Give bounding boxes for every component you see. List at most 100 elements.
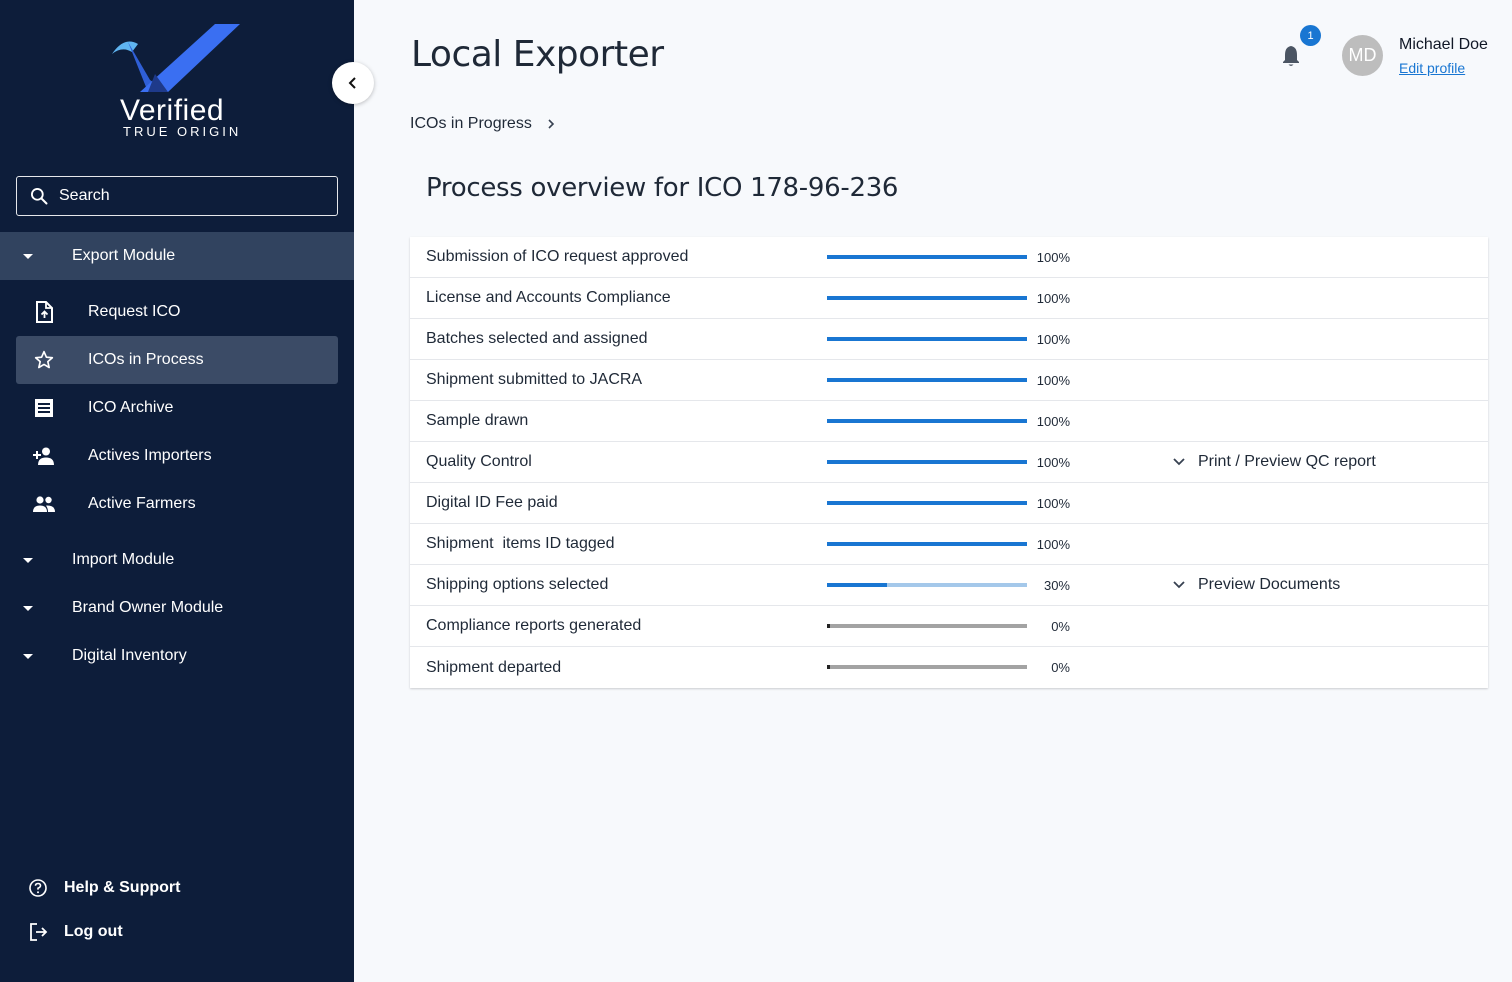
progress-fill — [827, 255, 1027, 259]
breadcrumb-item[interactable]: ICOs in Progress — [410, 115, 532, 133]
star-icon — [32, 348, 56, 372]
breadcrumb[interactable]: ICOs in Progress — [410, 115, 556, 133]
progress-percent: 100% — [1036, 495, 1070, 511]
step-label: Digital ID Fee paid — [426, 494, 558, 511]
table-row: Shipment departed 0% — [410, 647, 1488, 688]
section-title: Process overview for ICO 178-96-236 — [426, 173, 899, 203]
sidebar-item-label: ICO Archive — [88, 399, 174, 416]
person-add-icon — [32, 444, 56, 468]
help-icon — [28, 878, 48, 898]
preview-documents-button[interactable]: Preview Documents — [1172, 576, 1340, 594]
step-label: Compliance reports generated — [426, 617, 642, 634]
sidebar-item-label: Request ICO — [88, 303, 181, 320]
search-input[interactable] — [59, 187, 319, 205]
progress-percent: 100% — [1036, 290, 1070, 306]
notification-badge: 1 — [1300, 25, 1321, 46]
table-row: Shipment submitted to JACRA 100% — [410, 360, 1488, 401]
progress-bar — [827, 460, 1027, 464]
step-label: Quality Control — [426, 453, 532, 470]
progress-percent: 30% — [1043, 577, 1070, 593]
caret-down-icon — [23, 605, 33, 611]
progress-bar — [827, 255, 1027, 259]
sidebar-item-label: ICOs in Process — [88, 351, 204, 368]
sidebar-item-actives-importers[interactable]: Actives Importers — [16, 432, 338, 480]
brand-logo: Verified TRUE ORIGIN — [110, 22, 245, 142]
caret-down-icon — [23, 557, 33, 563]
sidebar-item-active-farmers[interactable]: Active Farmers — [16, 480, 338, 528]
progress-bar — [827, 296, 1027, 300]
sidebar: Verified TRUE ORIGIN Export Module Reque… — [0, 0, 354, 982]
table-row: Batches selected and assigned 100% — [410, 319, 1488, 360]
step-label: Sample drawn — [426, 412, 529, 429]
sidebar-item-ico-archive[interactable]: ICO Archive — [16, 384, 338, 432]
logout-label: Log out — [64, 923, 123, 940]
progress-fill — [827, 337, 1027, 341]
progress-bar — [827, 542, 1027, 546]
table-row: Shipment items ID tagged 100% — [410, 524, 1488, 565]
search-box[interactable] — [16, 176, 338, 216]
chevron-left-icon — [348, 77, 356, 89]
page-title: Local Exporter — [411, 34, 664, 75]
user-name: Michael Doe — [1399, 36, 1488, 53]
help-support-label: Help & Support — [64, 879, 181, 896]
progress-bar — [827, 419, 1027, 423]
step-label: Shipment items ID tagged — [426, 535, 615, 552]
progress-percent: 100% — [1036, 413, 1070, 429]
module-label: Export Module — [72, 247, 176, 264]
step-label: Batches selected and assigned — [426, 330, 648, 347]
module-import[interactable]: Import Module — [0, 536, 354, 584]
progress-percent: 100% — [1036, 536, 1070, 552]
avatar[interactable]: MD — [1342, 35, 1383, 76]
progress-fill — [827, 419, 1027, 423]
chevron-right-icon — [546, 118, 556, 130]
progress-fill — [827, 460, 1027, 464]
progress-fill — [827, 665, 830, 669]
brand-tagline: TRUE ORIGIN — [123, 124, 242, 139]
progress-fill — [827, 501, 1027, 505]
table-row: Compliance reports generated 0% — [410, 606, 1488, 647]
progress-percent: 100% — [1036, 372, 1070, 388]
table-row: Sample drawn 100% — [410, 401, 1488, 442]
module-export[interactable]: Export Module — [0, 232, 354, 280]
progress-fill — [827, 624, 830, 628]
module-label: Brand Owner Module — [72, 599, 224, 616]
table-row: Submission of ICO request approved 100% — [410, 237, 1488, 278]
notifications-button[interactable] — [1280, 44, 1302, 68]
module-digital-inventory[interactable]: Digital Inventory — [0, 632, 354, 680]
logout-link[interactable]: Log out — [28, 922, 123, 942]
progress-bar — [827, 624, 1027, 628]
table-row: License and Accounts Compliance 100% — [410, 278, 1488, 319]
module-brand-owner[interactable]: Brand Owner Module — [0, 584, 354, 632]
step-label: Submission of ICO request approved — [426, 248, 689, 265]
progress-percent: 0% — [1051, 618, 1070, 634]
search-icon — [31, 188, 48, 205]
sidebar-item-label: Actives Importers — [88, 447, 212, 464]
edit-profile-link[interactable]: Edit profile — [1399, 60, 1465, 76]
action-label: Preview Documents — [1198, 576, 1341, 593]
receipt-icon — [32, 396, 56, 420]
sidebar-item-label: Active Farmers — [88, 495, 196, 512]
step-label: Shipping options selected — [426, 576, 609, 593]
logout-icon — [28, 922, 48, 942]
chevron-down-icon — [1172, 457, 1186, 467]
brand-wordmark: Verified — [120, 94, 225, 127]
file-upload-icon — [32, 300, 56, 324]
sidebar-item-icos-in-process[interactable]: ICOs in Process — [16, 336, 338, 384]
progress-fill — [827, 378, 1027, 382]
module-label: Digital Inventory — [72, 647, 187, 664]
chevron-down-icon — [1172, 580, 1186, 590]
action-label: Print / Preview QC report — [1198, 453, 1376, 470]
collapse-sidebar-button[interactable] — [332, 62, 374, 104]
print-preview-qc-report-button[interactable]: Print / Preview QC report — [1172, 453, 1376, 471]
progress-bar — [827, 378, 1027, 382]
caret-down-icon — [23, 653, 33, 659]
progress-bar — [827, 665, 1027, 669]
checkmark-logo-icon — [112, 24, 240, 92]
table-row: Quality Control 100% Print / Preview QC … — [410, 442, 1488, 483]
sidebar-item-request-ico[interactable]: Request ICO — [16, 288, 338, 336]
progress-fill — [827, 296, 1027, 300]
progress-bar — [827, 583, 1027, 587]
progress-bar — [827, 337, 1027, 341]
help-support-link[interactable]: Help & Support — [28, 878, 180, 898]
module-label: Import Module — [72, 551, 175, 568]
